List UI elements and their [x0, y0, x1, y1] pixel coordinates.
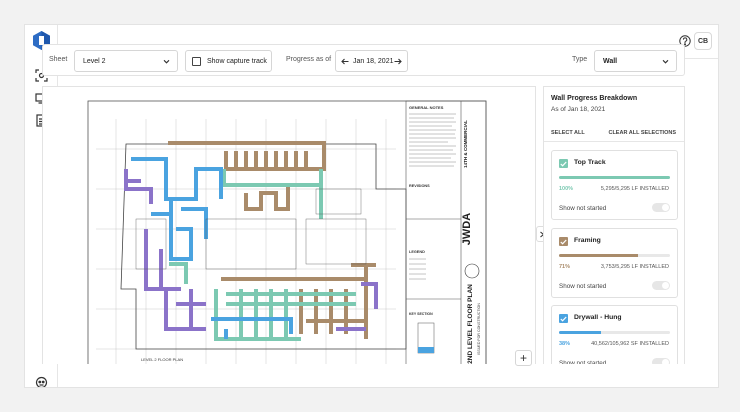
- type-select-value: Wall: [603, 57, 618, 65]
- support-bot-icon[interactable]: [35, 376, 48, 388]
- show-not-started-label: Show not started: [559, 360, 607, 364]
- installed-count: 5,295/5,295 LF INSTALLED: [600, 186, 669, 192]
- progress-date-picker[interactable]: Jan 18, 2021: [335, 50, 408, 72]
- category-name: Top Track: [574, 159, 606, 166]
- filter-toolbar: Sheet Level 2 Show capture track Progres…: [42, 44, 685, 76]
- installed-count: 3,753/5,295 LF INSTALLED: [600, 264, 669, 270]
- progress-percent: 38%: [559, 341, 571, 347]
- category-checkbox[interactable]: [559, 159, 568, 168]
- sheet-title: 2ND LEVEL FLOOR PLAN: [467, 284, 474, 364]
- project-title: 14TH & COMMERCIAL: [463, 120, 468, 168]
- show-not-started-label: Show not started: [559, 283, 607, 290]
- progress-card-2: Drywall - Hung 38% 40,562/105,962 SF INSTA…: [551, 305, 678, 364]
- progress-date-value: Jan 18, 2021: [353, 57, 394, 65]
- show-not-started-toggle[interactable]: [652, 358, 670, 364]
- floor-plan-viewer[interactable]: GENERAL NOTES REVISIONS LEGEND KEY SECTI…: [42, 86, 536, 364]
- progress-percent: 100%: [559, 186, 574, 192]
- issue-note: ISSUED FOR CONSTRUCTION: [477, 303, 481, 355]
- sheet-select-value: Level 2: [83, 57, 106, 65]
- check-icon: [560, 316, 567, 322]
- show-not-started-label: Show not started: [559, 205, 607, 212]
- chevron-down-icon: [662, 59, 669, 64]
- show-not-started-toggle[interactable]: [652, 203, 670, 212]
- category-checkbox[interactable]: [559, 237, 568, 246]
- user-avatar[interactable]: CB: [694, 32, 712, 50]
- category-name: Framing: [574, 237, 601, 244]
- show-not-started-toggle[interactable]: [652, 281, 670, 290]
- general-notes-heading: GENERAL NOTES: [409, 105, 444, 110]
- key-section-heading: KEY SECTION: [409, 312, 433, 316]
- panel-divider: [544, 141, 684, 142]
- progress-bar: [559, 331, 670, 334]
- arrow-right-icon[interactable]: [394, 58, 402, 65]
- check-icon: [560, 239, 567, 245]
- installed-count: 40,562/105,962 SF INSTALLED: [591, 341, 669, 347]
- type-select[interactable]: Wall: [594, 50, 677, 72]
- legend-heading: LEGEND: [409, 250, 425, 254]
- progress-bar: [559, 176, 670, 179]
- floor-plan-caption: LEVEL 2 FLOOR PLAN: [141, 357, 183, 362]
- sheet-select[interactable]: Level 2: [74, 50, 178, 72]
- sheet-label: Sheet: [49, 56, 68, 63]
- show-capture-track-toggle[interactable]: Show capture track: [185, 50, 272, 72]
- zoom-in-button[interactable]: +: [515, 350, 532, 366]
- type-label: Type: [572, 56, 588, 63]
- capture-track-label: Show capture track: [207, 57, 267, 65]
- progress-bar-fill: [559, 254, 638, 257]
- chevron-down-icon: [163, 59, 170, 64]
- progress-bar-fill: [559, 331, 602, 334]
- category-name: Drywall - Hung: [574, 314, 622, 321]
- firm-logo: JWDA: [461, 213, 473, 245]
- wall-progress-panel: Wall Progress Breakdown As of Jan 18, 20…: [543, 86, 685, 364]
- progress-bar-fill: [559, 176, 670, 179]
- progress-percent: 71%: [559, 264, 571, 270]
- category-checkbox[interactable]: [559, 314, 568, 323]
- progress-card-1: Framing 71% 3,753/5,295 LF INSTALLED Show n…: [551, 228, 678, 298]
- panel-subtitle: As of Jan 18, 2021: [551, 106, 606, 113]
- select-all-button[interactable]: SELECT ALL: [551, 130, 585, 136]
- check-icon: [560, 161, 567, 167]
- capture-track-checkbox[interactable]: [192, 57, 201, 66]
- revisions-heading: REVISIONS: [409, 184, 430, 188]
- progress-bar: [559, 254, 670, 257]
- floor-plan-drawing: GENERAL NOTES REVISIONS LEGEND KEY SECTI…: [76, 89, 526, 364]
- progress-card-0: Top Track 100% 5,295/5,295 LF INSTALLED Sho…: [551, 150, 678, 220]
- arrow-left-icon[interactable]: [341, 58, 349, 65]
- panel-title: Wall Progress Breakdown: [551, 95, 638, 102]
- progress-as-of-label: Progress as of: [286, 56, 332, 63]
- clear-all-selections-button[interactable]: CLEAR ALL SELECTIONS: [608, 130, 676, 136]
- plus-icon: +: [519, 351, 527, 365]
